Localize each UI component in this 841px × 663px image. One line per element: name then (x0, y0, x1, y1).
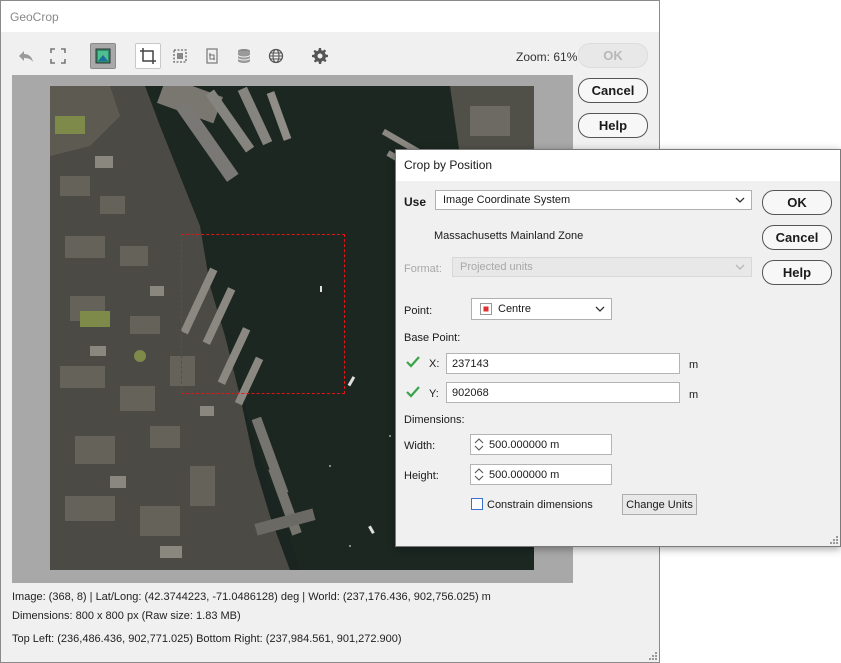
status-dimensions: Dimensions: 800 x 800 px (Raw size: 1.83… (12, 610, 241, 622)
layers-icon (237, 49, 251, 63)
constrain-dimensions-label[interactable]: Constrain dimensions (487, 499, 593, 511)
format-value: Projected units (460, 261, 533, 273)
crop-rect-button[interactable] (135, 43, 161, 69)
dialog-ok-button[interactable]: OK (762, 190, 832, 215)
constrain-dimensions-checkbox[interactable] (471, 498, 483, 510)
width-label: Width: (404, 440, 436, 452)
undo-icon (19, 51, 33, 62)
crop-position-button[interactable] (199, 43, 225, 69)
main-titlebar: GeoCrop (1, 1, 659, 32)
dialog-title: Crop by Position (404, 158, 493, 172)
image-view-button[interactable] (90, 43, 116, 69)
y-label: Y: (429, 388, 439, 400)
y-unit: m (689, 389, 699, 401)
crop-selection-outline[interactable] (181, 234, 345, 394)
globe-icon (268, 48, 284, 64)
height-value: 500.000000 m (489, 468, 560, 481)
x-coordinate-value: 237143 (452, 357, 489, 370)
chevron-down-icon (735, 197, 745, 203)
y-coordinate-input[interactable]: 902068 (446, 382, 680, 403)
crop-by-position-dialog: Crop by Position Use Image Coordinate Sy… (395, 149, 841, 547)
x-unit: m (689, 359, 699, 371)
status-coordinates: Image: (368, 8) | Lat/Long: (42.3744223,… (12, 591, 491, 603)
crop-dashed-button[interactable] (167, 43, 193, 69)
dialog-titlebar[interactable]: Crop by Position (396, 150, 840, 181)
undo-button[interactable] (13, 43, 39, 69)
gear-icon (312, 48, 328, 64)
main-cancel-button[interactable]: Cancel (578, 78, 648, 103)
zone-text: Massachusetts Mainland Zone (434, 230, 584, 242)
x-label: X: (429, 358, 440, 370)
main-help-button[interactable]: Help (578, 113, 648, 138)
height-stepper[interactable]: 500.000000 m (470, 464, 612, 485)
crop-dashed-icon (173, 49, 187, 63)
spin-arrows-icon[interactable] (474, 467, 484, 482)
x-valid-check-icon (406, 356, 420, 368)
width-stepper[interactable]: 500.000000 m (470, 434, 612, 455)
point-value: Centre (498, 303, 532, 315)
width-value: 500.000000 m (489, 438, 560, 451)
format-select[interactable]: Projected units (452, 257, 752, 277)
point-select[interactable]: Centre (471, 298, 612, 320)
crop-rect-icon (140, 48, 156, 64)
status-corners: Top Left: (236,486.436, 902,771.025) Bot… (12, 633, 402, 645)
main-ok-button[interactable]: OK (578, 43, 648, 68)
dialog-help-button[interactable]: Help (762, 260, 832, 285)
use-label: Use (404, 195, 427, 209)
globe-button[interactable] (263, 43, 289, 69)
dialog-cancel-button[interactable]: Cancel (762, 225, 832, 250)
fit-screen-icon (50, 48, 66, 64)
change-units-button[interactable]: Change Units (622, 494, 697, 515)
window-title: GeoCrop (10, 10, 59, 24)
point-label: Point: (404, 305, 433, 317)
main-resize-grip-icon[interactable] (649, 652, 657, 660)
coordinate-system-value: Image Coordinate System (443, 194, 571, 206)
image-view-icon (95, 48, 111, 64)
x-coordinate-input[interactable]: 237143 (446, 353, 680, 374)
chevron-down-icon (595, 306, 605, 312)
settings-button[interactable] (307, 43, 333, 69)
centre-point-icon (480, 303, 492, 315)
y-coordinate-value: 902068 (452, 386, 489, 399)
format-label: Format: (404, 263, 442, 275)
zoom-level: Zoom: 61% (516, 50, 578, 64)
base-point-label: Base Point: (404, 332, 461, 344)
spin-arrows-icon[interactable] (474, 437, 484, 452)
fit-screen-button[interactable] (45, 43, 71, 69)
height-label: Height: (404, 470, 439, 482)
layers-button[interactable] (231, 43, 257, 69)
coordinate-system-select[interactable]: Image Coordinate System (435, 190, 752, 210)
dimensions-label: Dimensions: (404, 414, 465, 426)
dialog-resize-grip-icon[interactable] (830, 536, 838, 544)
crop-position-icon (206, 48, 218, 64)
y-valid-check-icon (406, 386, 420, 398)
chevron-down-icon (735, 264, 745, 270)
